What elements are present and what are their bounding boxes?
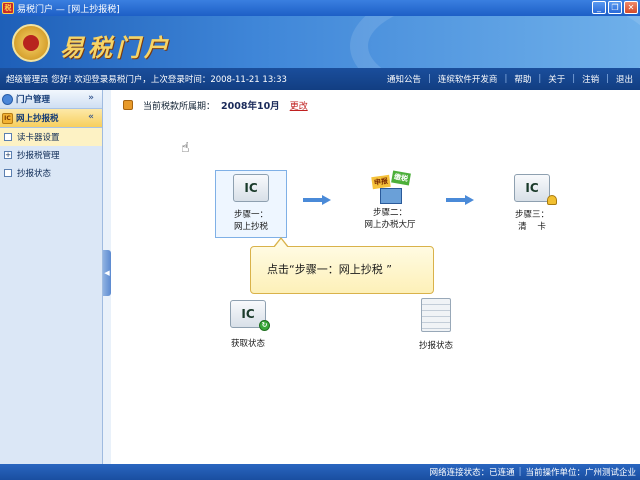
- ic-card-refresh-icon: IC ↻: [230, 300, 270, 331]
- step3-title: 步骤三：: [514, 210, 549, 220]
- step2-title: 步骤二：: [372, 208, 407, 218]
- sidebar-item-report-status[interactable]: 抄报状态: [0, 164, 102, 182]
- pay-tag: 缴税: [391, 170, 411, 186]
- hint-tooltip: 点击“步骤一：网上抄税 ”: [250, 237, 434, 294]
- page-icon: [4, 133, 12, 141]
- nav-help[interactable]: 帮助: [507, 73, 538, 85]
- brush-icon: [547, 195, 557, 205]
- tax-period-row: 当前税款所属期： 2008年10月 更改: [123, 98, 308, 112]
- top-nav: 通知公告 | 连缤软件开发商 | 帮助 | 关于 | 注销 | 退出: [380, 68, 640, 90]
- step3-label: 清 卡: [518, 222, 546, 232]
- report-status-label: 抄报状态: [418, 341, 453, 351]
- step3-button[interactable]: IC 步骤三： 清 卡: [500, 174, 564, 232]
- sidebar-section-portal[interactable]: 门户管理 »: [0, 90, 102, 109]
- ic-card-icon: IC: [233, 174, 269, 202]
- step1-label: 网上抄税: [233, 222, 268, 232]
- window-controls: _ ❐ ✕: [592, 1, 638, 14]
- step2-button[interactable]: 申报 缴税 步骤二： 网上办税大厅: [350, 170, 430, 230]
- sidebar-item-label: 读卡器设置: [17, 133, 60, 143]
- status-bar: 网络连接状态：已连通 | 当前操作单位：广州测试企业: [0, 464, 640, 480]
- expand-plus-icon[interactable]: +: [4, 151, 12, 159]
- get-status-label: 获取状态: [230, 339, 265, 349]
- page-icon: [4, 169, 12, 177]
- step1-button[interactable]: IC 步骤一： 网上抄税: [215, 174, 287, 232]
- arrow-right-icon: [446, 195, 474, 205]
- sidebar: 门户管理 » IC 网上抄报税 « 读卡器设置 + 抄报税管理 抄报状态: [0, 90, 103, 464]
- sidebar-item-reader-settings[interactable]: 读卡器设置: [0, 128, 102, 146]
- tax-hall-icon: 申报 缴税: [370, 170, 411, 206]
- period-label: 当前税款所属期：: [143, 101, 216, 112]
- ic-card-clear-icon: IC: [514, 174, 557, 205]
- window-title: 易税门户 — [网上抄报税]: [17, 4, 120, 15]
- tax-emblem-icon: [12, 24, 50, 62]
- report-status-button[interactable]: 抄报状态: [410, 298, 462, 351]
- sidebar-section-tax[interactable]: IC 网上抄报税 «: [0, 109, 102, 128]
- nav-exit[interactable]: 退出: [609, 73, 640, 85]
- sidebar-item-label: 抄报税管理: [17, 151, 60, 161]
- step1-title: 步骤一：: [233, 210, 268, 220]
- connection-status: 网络连接状态：已连通: [429, 468, 515, 478]
- header-banner: 易税门户: [0, 16, 640, 68]
- period-value: 2008年10月: [221, 101, 280, 112]
- banner-decoration: [350, 16, 640, 68]
- sidebar-item-label: 抄报状态: [17, 169, 52, 179]
- info-bar: 超级管理员 您好! 欢迎登录易税门户，上次登录时间：2008-11-21 13:…: [0, 68, 640, 90]
- gear-icon: [2, 93, 13, 105]
- nav-logout[interactable]: 注销: [575, 73, 606, 85]
- ic-card-icon: IC: [2, 112, 13, 124]
- hand-cursor-icon: ☝: [181, 140, 190, 156]
- close-button[interactable]: ✕: [624, 1, 638, 14]
- sidebar-section-label: 网上抄报税: [16, 114, 59, 124]
- expand-icon[interactable]: »: [88, 93, 94, 103]
- nav-notice[interactable]: 通知公告: [380, 73, 428, 85]
- current-unit: 当前操作单位：广州测试企业: [525, 468, 636, 478]
- minimize-button[interactable]: _: [592, 1, 606, 14]
- restore-button[interactable]: ❐: [608, 1, 622, 14]
- nav-about[interactable]: 关于: [541, 73, 572, 85]
- banner-title: 易税门户: [60, 33, 172, 62]
- refresh-badge-icon: ↻: [259, 320, 270, 331]
- welcome-text: 超级管理员 您好! 欢迎登录易税门户，上次登录时间：2008-11-21 13:…: [6, 75, 287, 85]
- calendar-icon: [123, 100, 133, 110]
- get-status-button[interactable]: IC ↻ 获取状态: [222, 300, 274, 349]
- nav-developer[interactable]: 连缤软件开发商: [431, 73, 505, 85]
- sidebar-collapse-handle[interactable]: ◀: [103, 250, 111, 296]
- collapse-icon[interactable]: «: [88, 112, 94, 122]
- step2-label: 网上办税大厅: [364, 220, 416, 230]
- sidebar-item-tax-management[interactable]: + 抄报税管理: [0, 146, 102, 164]
- arrow-right-icon: [303, 195, 331, 205]
- app-icon: 税: [2, 2, 14, 14]
- window-titlebar: 税 易税门户 — [网上抄报税] _ ❐ ✕: [0, 0, 640, 16]
- report-list-icon: [421, 298, 451, 332]
- change-period-link[interactable]: 更改: [290, 99, 308, 112]
- computer-icon: [380, 188, 402, 204]
- sidebar-section-label: 门户管理: [16, 95, 51, 105]
